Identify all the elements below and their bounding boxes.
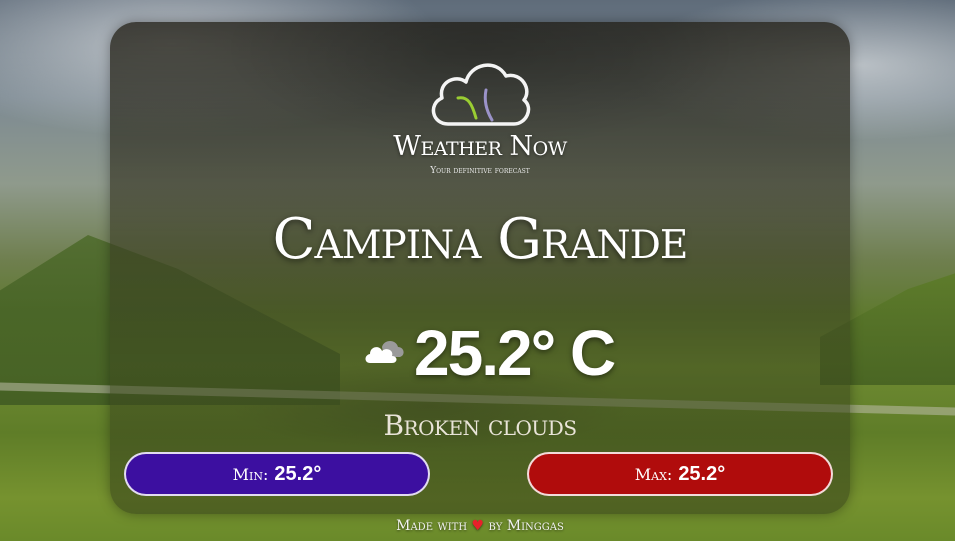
- broken-clouds-icon: [365, 341, 404, 363]
- max-value: 25.2°: [678, 462, 726, 485]
- app-tagline: Your definitive forecast: [430, 166, 530, 176]
- max-temperature-pill: Max: 25.2°: [527, 452, 833, 496]
- weather-now-logo-icon: [431, 63, 531, 126]
- max-label: Max:: [634, 464, 673, 484]
- app-name: Weather Now: [393, 131, 567, 162]
- min-value: 25.2°: [274, 462, 322, 485]
- weather-description: Broken clouds: [383, 409, 577, 442]
- city-name: Campina Grande: [272, 207, 689, 272]
- temperature-row: 25.2° C: [340, 315, 640, 391]
- footer-credit: Made with ♥ by Minggas: [330, 518, 630, 534]
- heart-icon: ♥: [471, 518, 485, 534]
- footer-prefix: Made with: [396, 518, 468, 534]
- footer-author: by Minggas: [488, 518, 564, 534]
- min-label: Min:: [232, 464, 269, 484]
- min-temperature-pill: Min: 25.2°: [124, 452, 430, 496]
- temperature-value: 25.2° C: [414, 317, 616, 389]
